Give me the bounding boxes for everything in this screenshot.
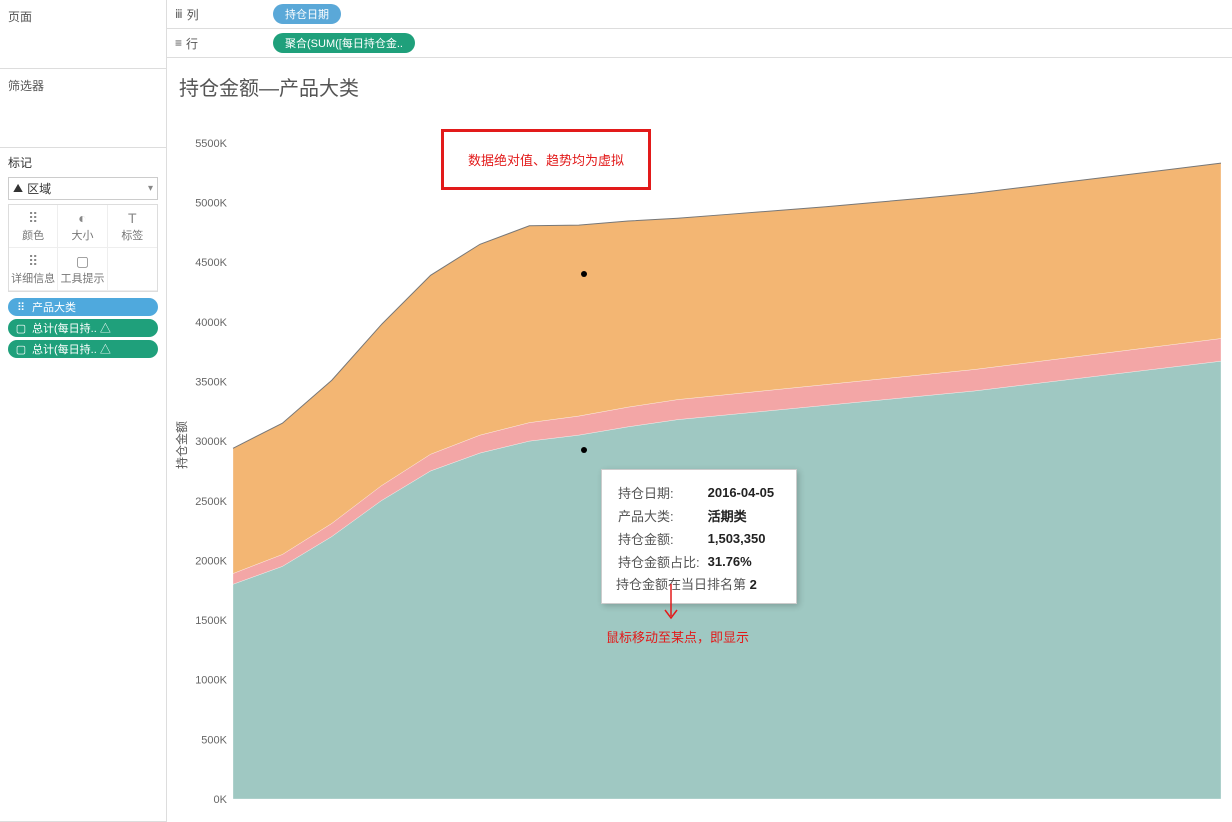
svg-text:0K: 0K <box>214 794 228 806</box>
column-pill[interactable]: 持仓日期 <box>273 4 341 24</box>
svg-text:3500K: 3500K <box>195 376 227 388</box>
svg-text:5500K: 5500K <box>195 138 227 150</box>
color-icon: ⠿ <box>9 209 57 227</box>
mark-type-label: 区域 <box>27 180 51 197</box>
detail-icon: ⠿ <box>9 252 57 270</box>
mark-pill[interactable]: ⠿产品大类 <box>8 298 158 316</box>
annotation-box: 数据绝对值、趋势均为虚拟 <box>441 129 651 190</box>
svg-text:4000K: 4000K <box>195 317 227 329</box>
svg-text:2000K: 2000K <box>195 555 227 567</box>
tooltip-icon: ▢ <box>58 252 106 270</box>
marks-label[interactable]: T标签 <box>108 205 157 248</box>
tooltip: 持仓日期:2016-04-05产品大类:活期类持仓金额:1,503,350持仓金… <box>601 469 797 604</box>
y-axis-label: 持仓金额 <box>173 421 190 469</box>
marks-color[interactable]: ⠿颜色 <box>9 205 58 248</box>
size-icon: ◐ <box>58 209 106 227</box>
label-icon: T <box>108 209 157 227</box>
filters-panel-title: 筛选器 <box>8 73 158 98</box>
svg-text:1500K: 1500K <box>195 615 227 627</box>
mark-type-select[interactable]: ⛰ 区域 ▾ <box>8 177 158 200</box>
pages-panel-title: 页面 <box>8 4 158 29</box>
marks-detail[interactable]: ⠿详细信息 <box>9 248 58 291</box>
chart-title: 持仓金额—产品大类 <box>179 72 1224 101</box>
marks-tooltip[interactable]: ▢工具提示 <box>58 248 107 291</box>
pill-icon: ▢ <box>14 321 28 335</box>
columns-icon: ⅲ <box>175 7 183 21</box>
rows-icon: ≡ <box>175 36 182 50</box>
chevron-down-icon: ▾ <box>148 183 153 194</box>
svg-text:2500K: 2500K <box>195 496 227 508</box>
svg-text:3000K: 3000K <box>195 436 227 448</box>
svg-text:5000K: 5000K <box>195 198 227 210</box>
arrow-icon <box>661 584 681 624</box>
row-pill[interactable]: 聚合(SUM([每日持仓金.. <box>273 33 415 53</box>
rows-shelf[interactable]: ≡行 聚合(SUM([每日持仓金.. <box>167 29 1232 57</box>
area-icon: ⛰ <box>13 181 23 196</box>
pill-icon: ▢ <box>14 342 28 356</box>
mark-pill[interactable]: ▢总计(每日持.. △ <box>8 319 158 337</box>
marks-size[interactable]: ◐大小 <box>58 205 107 248</box>
pill-icon: ⠿ <box>14 300 28 314</box>
mark-pill[interactable]: ▢总计(每日持.. △ <box>8 340 158 358</box>
hover-note: 鼠标移动至某点，即显示 <box>606 627 749 646</box>
marks-panel-title: 标记 <box>8 152 158 177</box>
svg-text:1000K: 1000K <box>195 675 227 687</box>
svg-text:500K: 500K <box>201 734 227 746</box>
columns-shelf[interactable]: ⅲ列 持仓日期 <box>167 0 1232 29</box>
chart[interactable]: 0K 500K 1000K 1500K 2000K 2500K 3000K 3500K 4000… <box>171 109 1224 809</box>
data-point-top <box>581 271 587 277</box>
svg-text:4500K: 4500K <box>195 257 227 269</box>
data-point-hover <box>581 447 587 453</box>
